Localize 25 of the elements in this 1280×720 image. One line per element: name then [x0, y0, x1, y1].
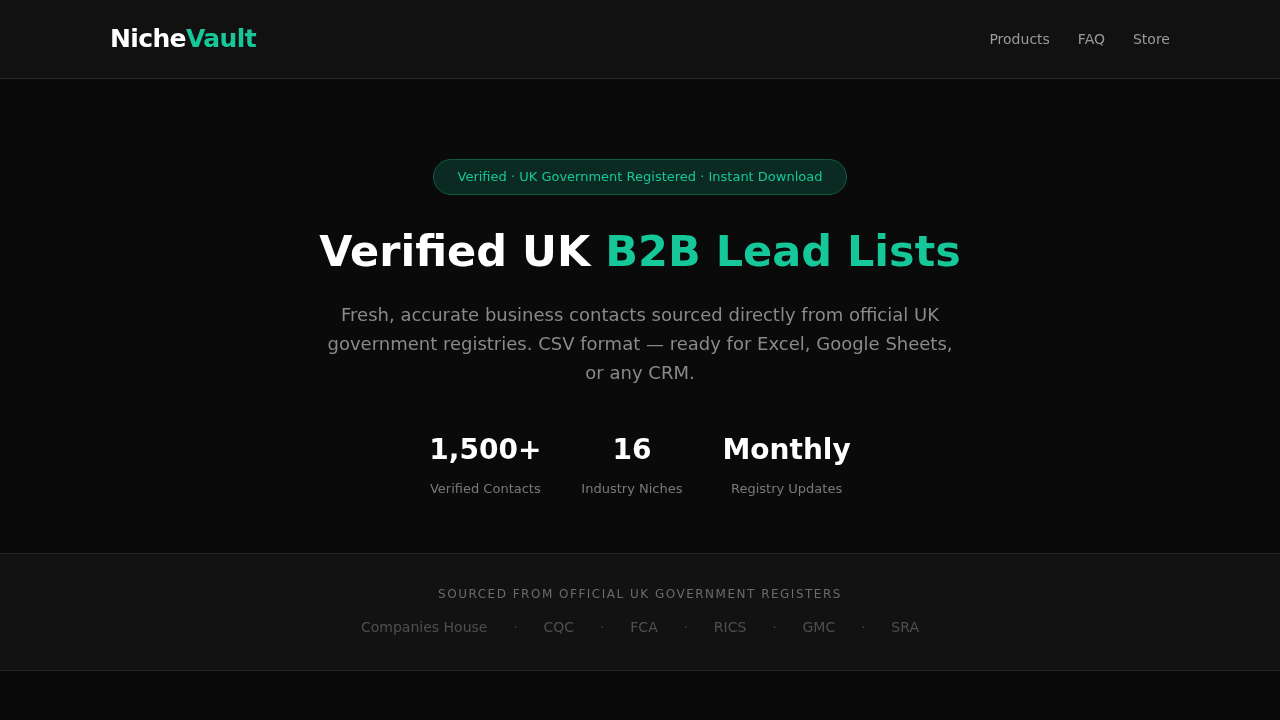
register-name: SRA [891, 618, 919, 637]
separator-dot: · [861, 618, 866, 637]
stat-label: Registry Updates [730, 480, 843, 499]
nav-link[interactable]: Products [989, 28, 1050, 50]
register-name: RICS [713, 618, 747, 637]
stat-value: 1,500+ [429, 432, 542, 469]
stat-value: Monthly [722, 432, 851, 469]
hero-title: Verified UK B2B Lead Lists [319, 224, 961, 278]
hero-subtitle: Fresh, accurate business contacts sourced directly from official UK government registries. CSV format — ready for Excel, Google Sheets, or any CRM. [326, 303, 954, 386]
register-name: GMC [802, 618, 836, 637]
sources-heading: SOURCED FROM OFFICIAL UK GOVERNMENT REGISTERS [438, 586, 842, 603]
stat-label: Verified Contacts [429, 480, 541, 499]
nav-link[interactable]: FAQ [1077, 28, 1105, 50]
register-name: Companies House [361, 618, 488, 637]
register-name: CQC [543, 618, 575, 637]
logo[interactable]: NicheVault [110, 20, 256, 58]
stat-label: Industry Niches [581, 480, 683, 499]
separator-dot: · [600, 618, 605, 637]
stat-value: 16 [612, 432, 652, 469]
badge: Verified · UK Government Registered · Instant Download [432, 159, 848, 195]
nav-link[interactable]: Store [1133, 28, 1170, 50]
separator-dot: · [513, 618, 518, 637]
register-name: FCA [630, 618, 658, 637]
separator-dot: · [772, 618, 777, 637]
separator-dot: · [683, 618, 688, 637]
